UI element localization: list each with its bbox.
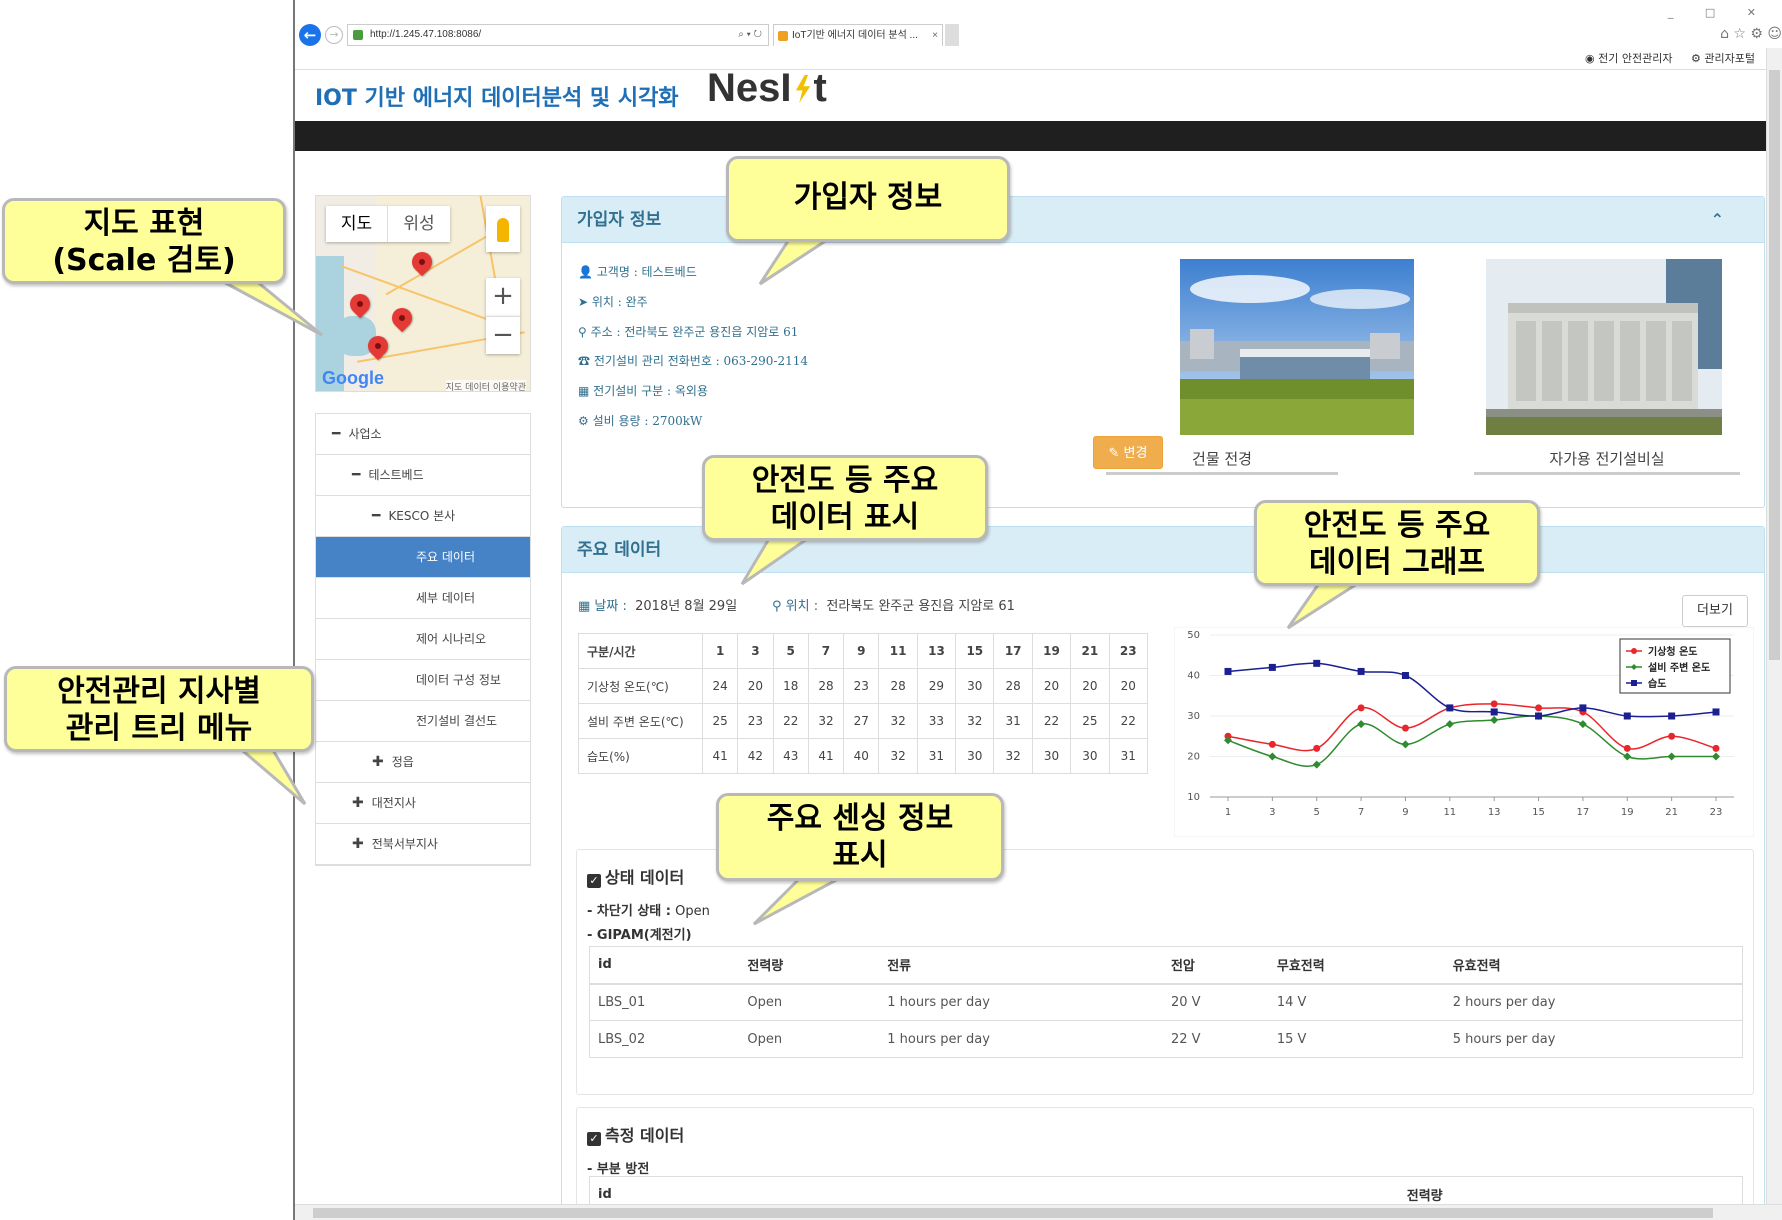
callout-map: 지도 표현 (Scale 검토): [2, 198, 286, 284]
callout-graph: 안전도 등 주요 데이터 그래프: [1254, 500, 1540, 586]
callout-map-text: 지도 표현 (Scale 검토): [52, 206, 236, 278]
callout-tree: 안전관리 지사별 관리 트리 메뉴: [4, 666, 314, 752]
callout-tail: [1286, 580, 1366, 630]
callout-tail: [219, 278, 323, 337]
callout-subscriber: 가입자 정보: [726, 156, 1010, 242]
callout-tail: [752, 876, 841, 926]
callout-tree-text: 안전관리 지사별 관리 트리 메뉴: [57, 674, 261, 746]
callout-graph-text: 안전도 등 주요 데이터 그래프: [1303, 508, 1491, 580]
callout-main-data: 안전도 등 주요 데이터 표시: [702, 455, 988, 541]
callout-main-data-text: 안전도 등 주요 데이터 표시: [751, 463, 939, 535]
slide-stage: ← → http://1.245.47.108:8086/ ⌕ ▾ ↻ IoT기…: [0, 0, 1782, 1220]
callout-sensing-text: 주요 센싱 정보 표시: [766, 801, 954, 873]
callout-tail: [740, 535, 815, 586]
callout-subscriber-text: 가입자 정보: [793, 180, 943, 215]
callout-tail: [231, 743, 307, 806]
callout-sensing: 주요 센싱 정보 표시: [716, 793, 1004, 881]
callout-tail: [758, 236, 836, 286]
